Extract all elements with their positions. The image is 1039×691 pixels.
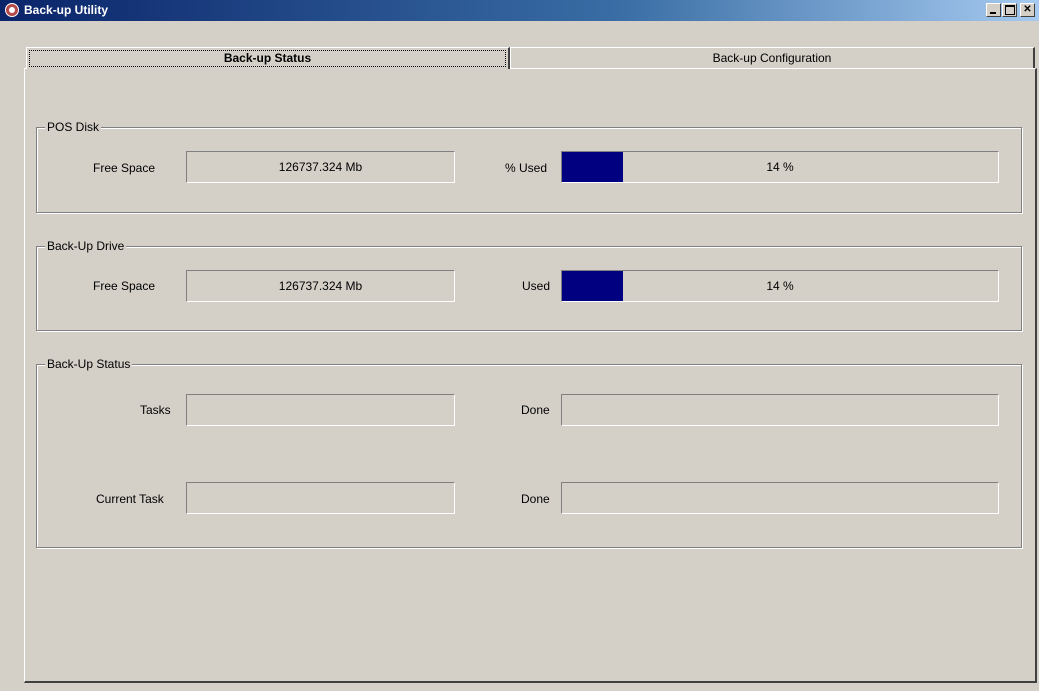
- window-title: Back-up Utility: [24, 3, 109, 17]
- app-icon[interactable]: [5, 3, 19, 17]
- minimize-icon[interactable]: [986, 3, 1001, 17]
- drive-free-space-label: Free Space: [93, 279, 156, 293]
- group-title: Back-Up Drive: [45, 239, 127, 253]
- current-task-label: Current Task: [96, 492, 164, 506]
- tab-backup-status[interactable]: Back-up Status: [26, 47, 510, 69]
- maximize-icon[interactable]: [1002, 3, 1017, 17]
- title-bar[interactable]: Back-up Utility ✕: [0, 0, 1039, 21]
- tab-label: Back-up Status: [223, 51, 312, 65]
- tab-label: Back-up Configuration: [712, 51, 832, 65]
- pos-used-label: % Used: [505, 161, 548, 175]
- current-done-label: Done: [521, 492, 550, 506]
- tasks-label: Tasks: [140, 403, 171, 417]
- drive-used-label: Used: [522, 279, 551, 293]
- pos-used-progress-bar: 14 %: [561, 151, 999, 183]
- close-icon[interactable]: ✕: [1020, 3, 1035, 17]
- pos-free-space-field: 126737.324 Mb: [186, 151, 455, 183]
- current-task-field: [186, 482, 455, 514]
- backup-status-group: Back-Up Status: [36, 357, 1022, 548]
- tab-backup-configuration[interactable]: Back-up Configuration: [510, 47, 1035, 69]
- current-done-field: [561, 482, 999, 514]
- drive-used-progress-bar: 14 %: [561, 270, 999, 302]
- tasks-done-field: [561, 394, 999, 426]
- tasks-field: [186, 394, 455, 426]
- pos-free-space-label: Free Space: [93, 161, 156, 175]
- tasks-done-label: Done: [521, 403, 550, 417]
- pos-used-text: 14 %: [766, 160, 794, 174]
- group-title: Back-Up Status: [45, 357, 133, 371]
- group-title: POS Disk: [45, 120, 102, 134]
- drive-free-space-field: 126737.324 Mb: [186, 270, 455, 302]
- drive-used-text: 14 %: [766, 279, 794, 293]
